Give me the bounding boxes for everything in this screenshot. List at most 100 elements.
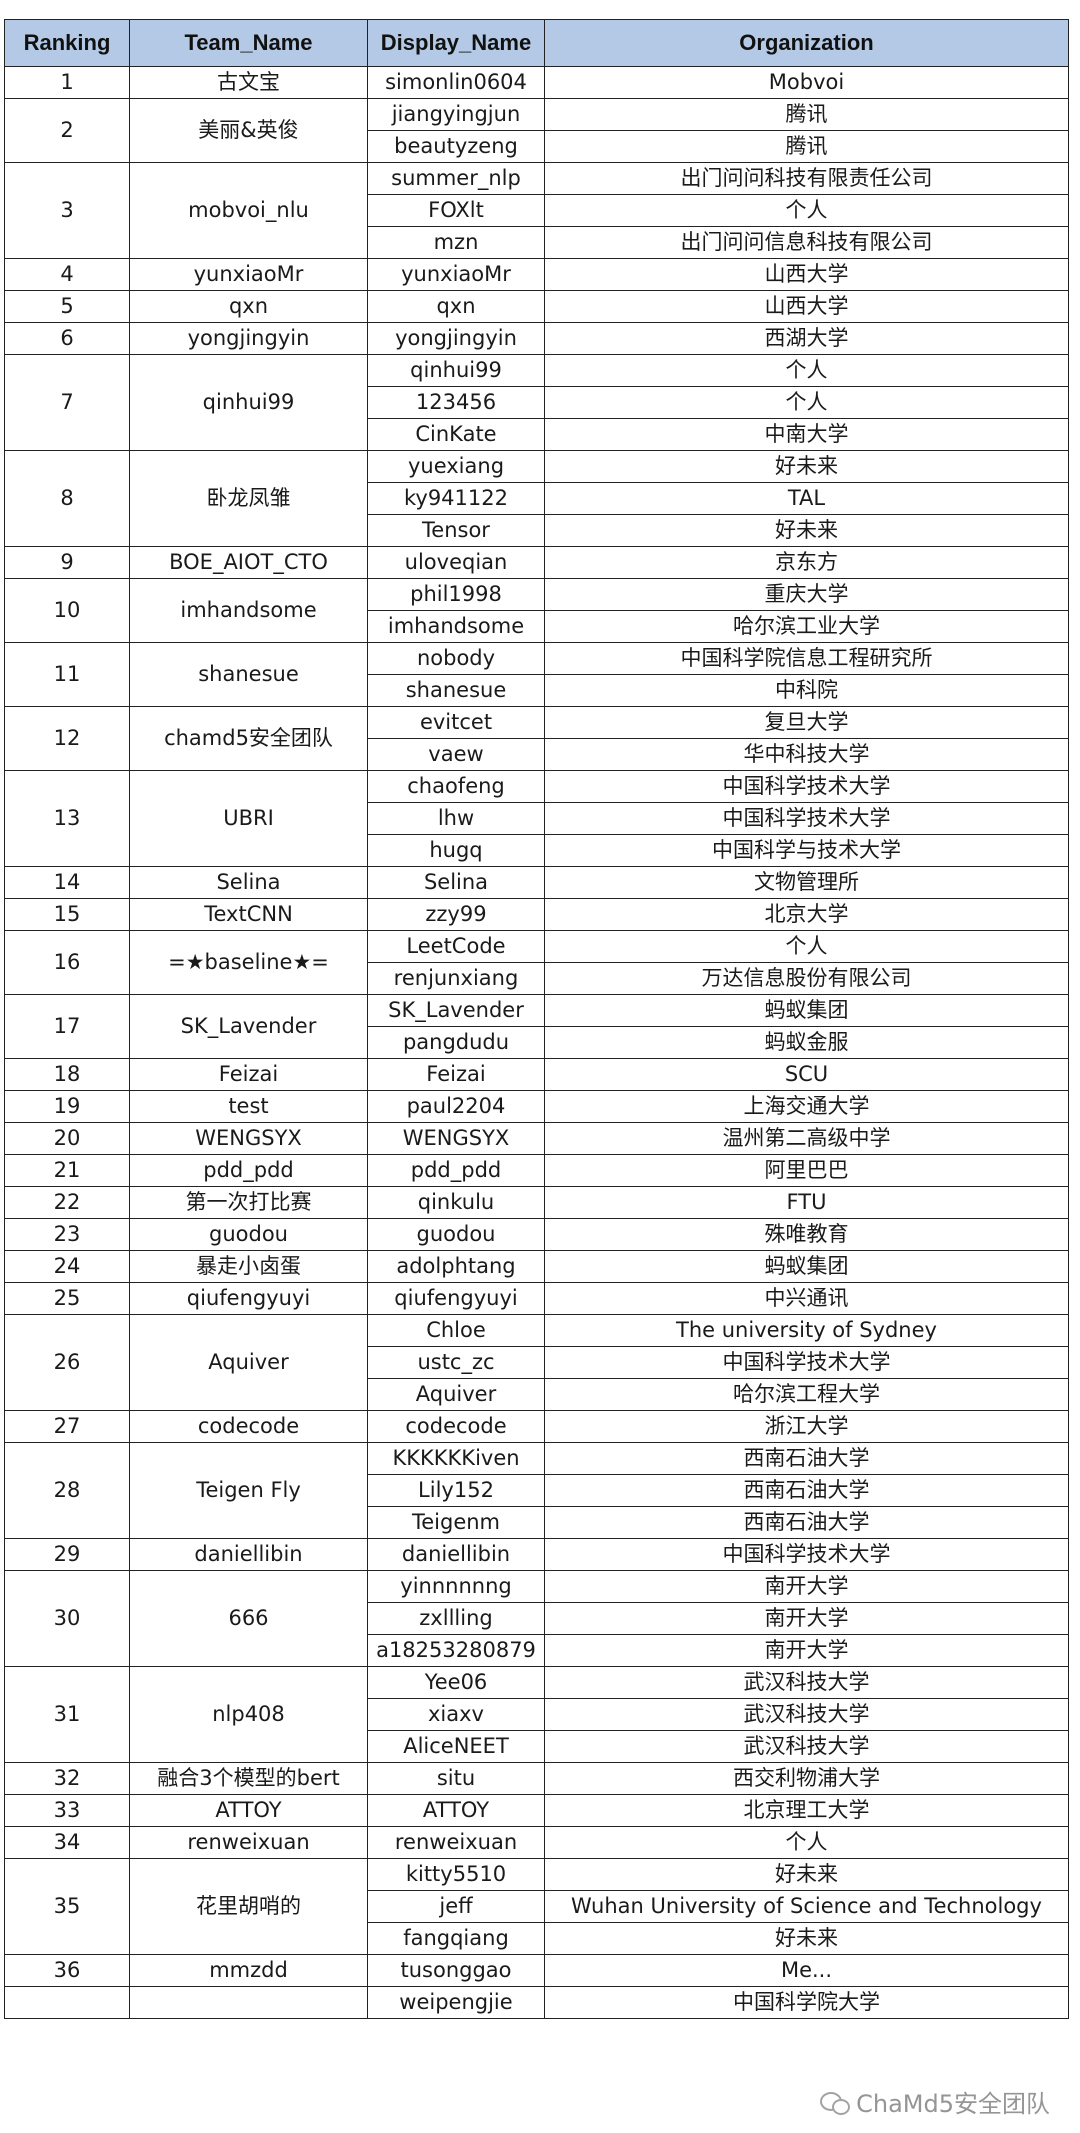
table-row: 8 卧龙凤雏 yuexiang 好未来 (4, 450, 1069, 547)
organization-cell: 哈尔滨工业大学 (544, 610, 1069, 643)
table-row: 6 yongjingyin yongjingyin 西湖大学 (4, 322, 1069, 355)
header-display-name: Display_Name (367, 19, 545, 67)
display-name-cell: WENGSYX (367, 1122, 545, 1155)
table-row: 35 花里胡哨的 kitty5510 好未来 (4, 1858, 1069, 1955)
team-name-cell: qiufengyuyi (129, 1282, 368, 1315)
display-name-cell: tusonggao (367, 1954, 545, 1987)
display-name-cell: yunxiaoMr (367, 258, 545, 291)
organization-cell: 出门问问科技有限责任公司 (544, 162, 1069, 195)
organization-cell: 温州第二高级中学 (544, 1122, 1069, 1155)
organization-cell: 哈尔滨工程大学 (544, 1378, 1069, 1411)
display-name-cell: vaew (367, 738, 545, 771)
organization-cell: Wuhan University of Science and Technolo… (544, 1890, 1069, 1923)
display-name-cell: guodou (367, 1218, 545, 1251)
organization-cell: Me... (544, 1954, 1069, 1987)
display-name-cell: summer_nlp (367, 162, 545, 195)
organization-cell: 北京大学 (544, 898, 1069, 931)
table-row: 4 yunxiaoMr yunxiaoMr 山西大学 (4, 258, 1069, 291)
team-name-cell: 666 (129, 1570, 368, 1667)
organization-cell: 阿里巴巴 (544, 1154, 1069, 1187)
table-row: 15 TextCNN zzy99 北京大学 (4, 898, 1069, 931)
organization-cell: 出门问问信息科技有限公司 (544, 226, 1069, 259)
ranking-cell: 33 (4, 1794, 130, 1827)
ranking-cell: 18 (4, 1058, 130, 1091)
organization-cell: 山西大学 (544, 290, 1069, 323)
organization-cell: 山西大学 (544, 258, 1069, 291)
display-name-cell: pdd_pdd (367, 1154, 545, 1187)
display-name-cell: Yee06 (367, 1666, 545, 1699)
organization-cell: 中国科学技术大学 (544, 802, 1069, 835)
header-ranking: Ranking (4, 19, 130, 67)
team-name-cell: pdd_pdd (129, 1154, 368, 1187)
display-name-cell: xiaxv (367, 1698, 545, 1731)
display-name-cell: ustc_zc (367, 1346, 545, 1379)
display-name-cell: renjunxiang (367, 962, 545, 995)
ranking-cell: 14 (4, 866, 130, 899)
team-name-cell: SK_Lavender (129, 994, 368, 1059)
display-name-cell: kitty5510 (367, 1858, 545, 1891)
table-row: 7 qinhui99 qinhui99 个人 (4, 354, 1069, 451)
ranking-cell: 24 (4, 1250, 130, 1283)
display-name-cell: Teigenm (367, 1506, 545, 1539)
table-row: 16 =★baseline★= LeetCode 个人 (4, 930, 1069, 995)
display-name-cell: nobody (367, 642, 545, 675)
ranking-cell: 20 (4, 1122, 130, 1155)
display-name-cell: KKKKKKiven (367, 1442, 545, 1475)
table-row: 26 Aquiver Chloe The university of Sydney (4, 1314, 1069, 1411)
display-name-cell: yuexiang (367, 450, 545, 483)
team-name-cell: BOE_AIOT_CTO (129, 546, 368, 579)
team-name-cell: Feizai (129, 1058, 368, 1091)
ranking-cell: 31 (4, 1666, 130, 1763)
ranking-cell: 5 (4, 290, 130, 323)
organization-cell: 蚂蚁集团 (544, 1250, 1069, 1283)
ranking-cell: 13 (4, 770, 130, 867)
table-row: 34 renweixuan renweixuan 个人 (4, 1826, 1069, 1859)
organization-cell: 中兴通讯 (544, 1282, 1069, 1315)
table-row: 28 Teigen Fly KKKKKKiven 西南石油大学 (4, 1442, 1069, 1539)
ranking-cell: 12 (4, 706, 130, 771)
organization-cell: 万达信息股份有限公司 (544, 962, 1069, 995)
organization-cell: 上海交通大学 (544, 1090, 1069, 1123)
ranking-cell: 23 (4, 1218, 130, 1251)
display-name-cell: zxllling (367, 1602, 545, 1635)
organization-cell: 个人 (544, 194, 1069, 227)
team-name-cell: TextCNN (129, 898, 368, 931)
display-name-cell: Lily152 (367, 1474, 545, 1507)
display-name-cell: SK_Lavender (367, 994, 545, 1027)
table-row: 30 666 yinnnnnng 南开大学 (4, 1570, 1069, 1667)
team-name-cell: =★baseline★= (129, 930, 368, 995)
organization-cell: 中南大学 (544, 418, 1069, 451)
organization-cell: 中国科学院信息工程研究所 (544, 642, 1069, 675)
display-name-cell: Selina (367, 866, 545, 899)
leaderboard-table: Ranking Team_Name Display_Name Organizat… (4, 19, 1069, 2019)
header-organization: Organization (544, 19, 1069, 67)
table-row: 10 imhandsome phil1998 重庆大学 (4, 578, 1069, 643)
team-name-cell: yongjingyin (129, 322, 368, 355)
display-name-cell: a18253280879 (367, 1634, 545, 1667)
table-row: 33 ATTOY ATTOY 北京理工大学 (4, 1794, 1069, 1827)
leaderboard-body: 1 古文宝 simonlin0604 Mobvoi 2 美丽&英俊 jiangyingjun… (4, 66, 1069, 2019)
table-row: 27 codecode codecode 浙江大学 (4, 1410, 1069, 1443)
organization-cell: 腾讯 (544, 98, 1069, 131)
table-row: 2 美丽&英俊 jiangyingjun 腾讯 (4, 98, 1069, 163)
team-name-cell: 花里胡哨的 (129, 1858, 368, 1955)
display-name-cell: Feizai (367, 1058, 545, 1091)
display-name-cell: qxn (367, 290, 545, 323)
ranking-cell: 16 (4, 930, 130, 995)
organization-cell: 西湖大学 (544, 322, 1069, 355)
display-name-cell: phil1998 (367, 578, 545, 611)
display-name-cell: paul2204 (367, 1090, 545, 1123)
display-name-cell: evitcet (367, 706, 545, 739)
display-name-cell: ky941122 (367, 482, 545, 515)
team-name-cell: 古文宝 (129, 66, 368, 99)
organization-cell: 文物管理所 (544, 866, 1069, 899)
header-team-name: Team_Name (129, 19, 368, 67)
display-name-cell: lhw (367, 802, 545, 835)
table-row: 22 第一次打比赛 qinkulu FTU (4, 1186, 1069, 1219)
organization-cell: 复旦大学 (544, 706, 1069, 739)
organization-cell: 南开大学 (544, 1634, 1069, 1667)
team-name-cell: mmzdd (129, 1954, 368, 1987)
organization-cell: SCU (544, 1058, 1069, 1091)
display-name-cell: Chloe (367, 1314, 545, 1347)
ranking-cell: 7 (4, 354, 130, 451)
